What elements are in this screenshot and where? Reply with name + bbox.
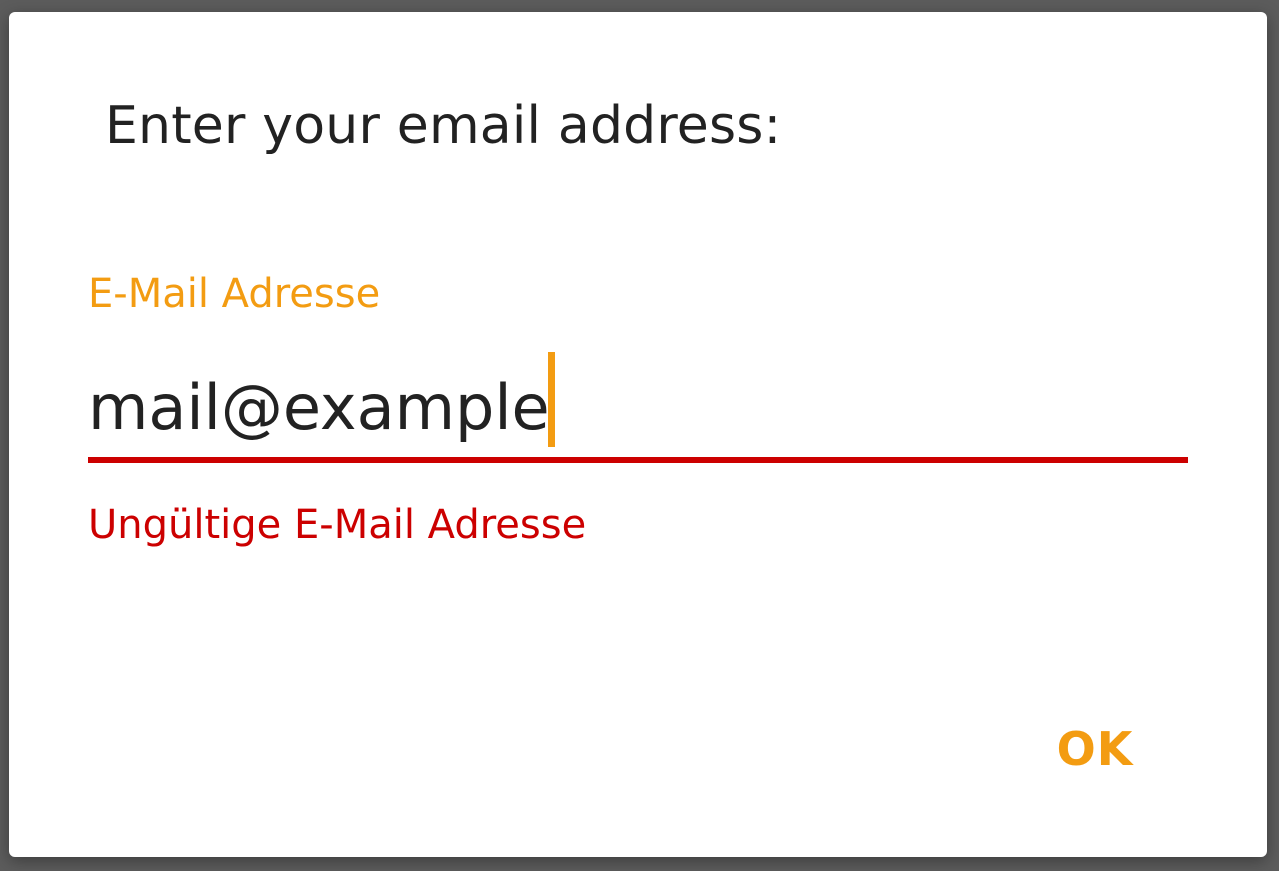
email-field[interactable]: mail@example <box>88 352 1188 456</box>
email-error-message: Ungültige E-Mail Adresse <box>88 502 587 548</box>
ok-button[interactable]: OK <box>1035 712 1155 786</box>
email-field-label: E-Mail Adresse <box>88 271 381 317</box>
email-field-underline <box>88 457 1188 463</box>
email-field-container: E-Mail Adresse mail@example <box>88 274 1188 474</box>
text-cursor <box>547 352 555 447</box>
email-dialog: Enter your email address: E-Mail Adresse… <box>9 12 1267 857</box>
dialog-title: Enter your email address: <box>105 96 782 156</box>
email-field-value: mail@example <box>88 371 550 444</box>
